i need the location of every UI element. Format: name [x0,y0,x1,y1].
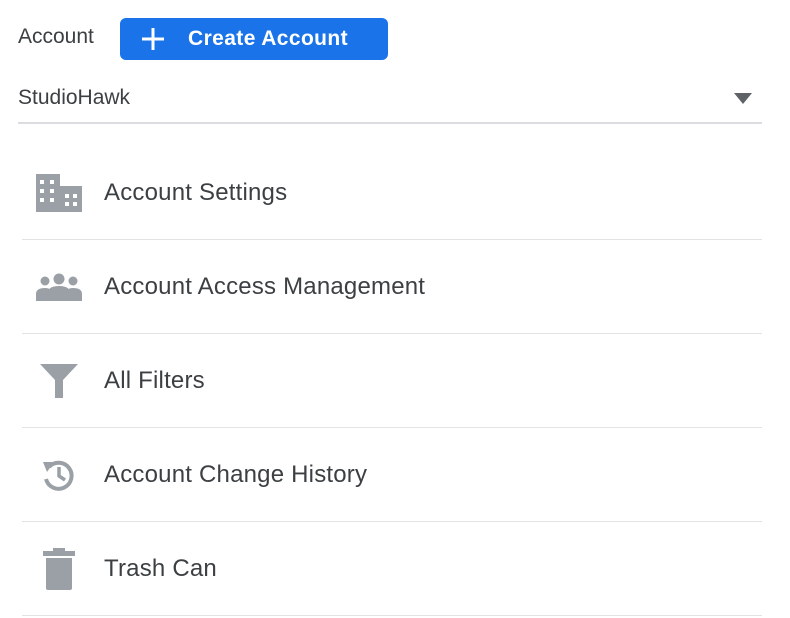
account-selector-value: StudioHawk [18,86,131,109]
create-account-label: Create Account [188,27,349,50]
menu-item-label: Account Change History [104,460,368,488]
menu-item-label: All Filters [104,366,205,394]
menu-item-label: Account Access Management [104,272,426,300]
menu-item-account-settings[interactable]: Account Settings [22,146,762,240]
dropdown-arrow-icon [734,93,752,104]
filter-icon [34,356,84,406]
account-selector[interactable]: StudioHawk [18,76,762,124]
menu-item-trash-can[interactable]: Trash Can [22,522,762,616]
account-label: Account [18,25,94,48]
create-account-button[interactable]: Create Account [120,18,388,60]
menu-item-account-change-history[interactable]: Account Change History [22,428,762,522]
people-icon [34,262,84,312]
menu-item-label: Account Settings [104,178,288,206]
history-icon [34,450,84,500]
menu-item-label: Trash Can [104,554,217,582]
plus-icon [142,28,164,50]
account-menu: Account Settings Account Access Manageme… [22,146,762,616]
menu-item-account-access-management[interactable]: Account Access Management [22,240,762,334]
trash-icon [34,544,84,594]
menu-item-all-filters[interactable]: All Filters [22,334,762,428]
building-icon [34,168,84,218]
